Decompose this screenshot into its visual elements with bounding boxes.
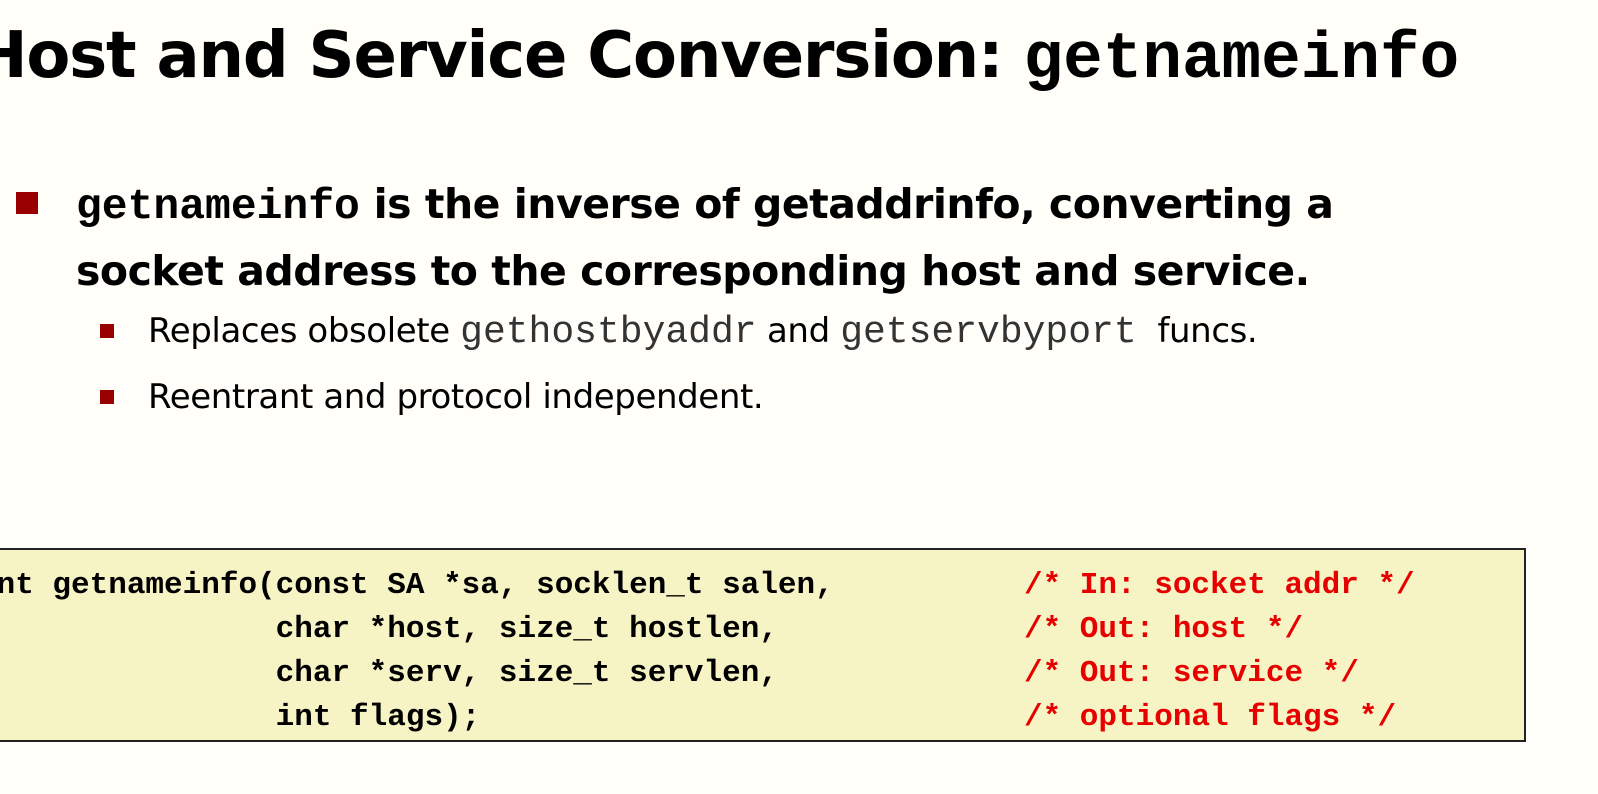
slide: Host and Service Conversion: getnameinfo… [0, 0, 1598, 794]
code-box: int getnameinfo(const SA *sa, socklen_t … [0, 548, 1526, 742]
slide-title: Host and Service Conversion: getnameinfo [0, 14, 1459, 102]
code-line: char *host, size_t hostlen, /* Out: host … [0, 608, 1303, 652]
code-line: int getnameinfo(const SA *sa, socklen_t … [0, 564, 1415, 608]
main-bullet: getnameinfo is the inverse of getaddrinf… [16, 172, 1576, 303]
sub-bullet-code1: gethostbyaddr [460, 311, 757, 354]
sub-bullet-code2: getservbyport [840, 311, 1137, 354]
code-comment: /* Out: host */ [1024, 612, 1304, 647]
code-text: char *serv, size_t servlen, [0, 656, 778, 691]
sub-bullet-reentrant: Reentrant and protocol independent. [100, 374, 1580, 420]
sub-bullet-square-icon [100, 324, 114, 338]
sub-bullet-text: Replaces obsolete gethostbyaddr and gets… [148, 308, 1580, 356]
code-line: int flags); /* optional flags */ [0, 696, 1396, 740]
bullet-code: getnameinfo [76, 182, 360, 231]
title-code: getnameinfo [1023, 22, 1460, 97]
bullet-line1: is the inverse of getaddrinfo, convertin… [359, 180, 1334, 228]
sub-bullet-replaces: Replaces obsolete gethostbyaddr and gets… [100, 308, 1580, 356]
code-comment: /* In: socket addr */ [1024, 568, 1415, 603]
sub-bullet-pre: Replaces obsolete [148, 311, 461, 351]
code-text: int getnameinfo(const SA *sa, socklen_t … [0, 568, 834, 603]
code-text: int flags); [0, 700, 481, 735]
bullet-line2: socket address to the corresponding host… [76, 247, 1310, 295]
sub-bullet-square-icon [100, 390, 114, 404]
main-bullet-text: getnameinfo is the inverse of getaddrinf… [76, 172, 1576, 303]
code-comment: /* Out: service */ [1024, 656, 1359, 691]
bullet-square-icon [16, 192, 38, 214]
code-comment: /* optional flags */ [1024, 700, 1397, 735]
sub-bullet-post: funcs. [1136, 311, 1258, 351]
title-text: Host and Service Conversion: [0, 19, 1024, 93]
code-line: char *serv, size_t servlen, /* Out: servi… [0, 652, 1359, 696]
code-text: char *host, size_t hostlen, [0, 612, 778, 647]
sub-bullet-mid: and [756, 311, 841, 351]
sub-bullet-text: Reentrant and protocol independent. [148, 377, 764, 417]
